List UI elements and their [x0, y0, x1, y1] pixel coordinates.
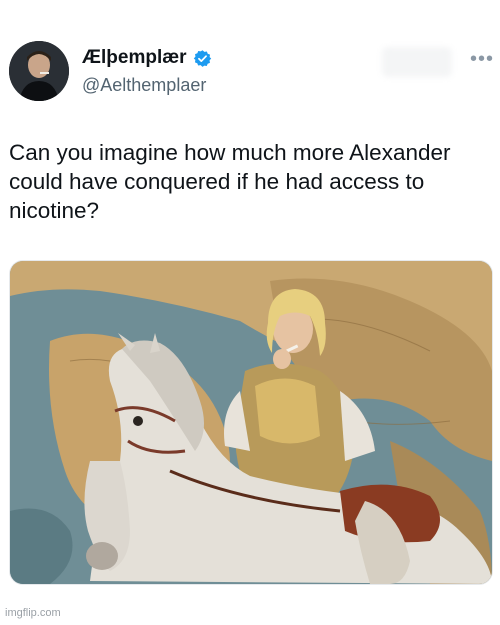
tweet-media-image[interactable]	[9, 260, 493, 585]
display-name[interactable]: Ælþemplær	[82, 47, 212, 69]
display-name-text: Ælþemplær	[82, 47, 187, 68]
watermark: imgflip.com	[5, 607, 61, 619]
tweet-text: Can you imagine how much more Alexander …	[9, 140, 451, 223]
more-options-icon[interactable]: •••	[470, 48, 494, 71]
blurred-region	[382, 47, 452, 77]
avatar[interactable]	[9, 41, 69, 101]
user-handle[interactable]: @Aelthemplaer	[82, 75, 206, 96]
verified-badge-icon	[193, 49, 211, 67]
tweet-card: Ælþemplær @Aelthemplaer ••• Can you imag…	[0, 0, 500, 625]
avatar-image	[9, 41, 69, 101]
painting-image	[10, 261, 492, 584]
